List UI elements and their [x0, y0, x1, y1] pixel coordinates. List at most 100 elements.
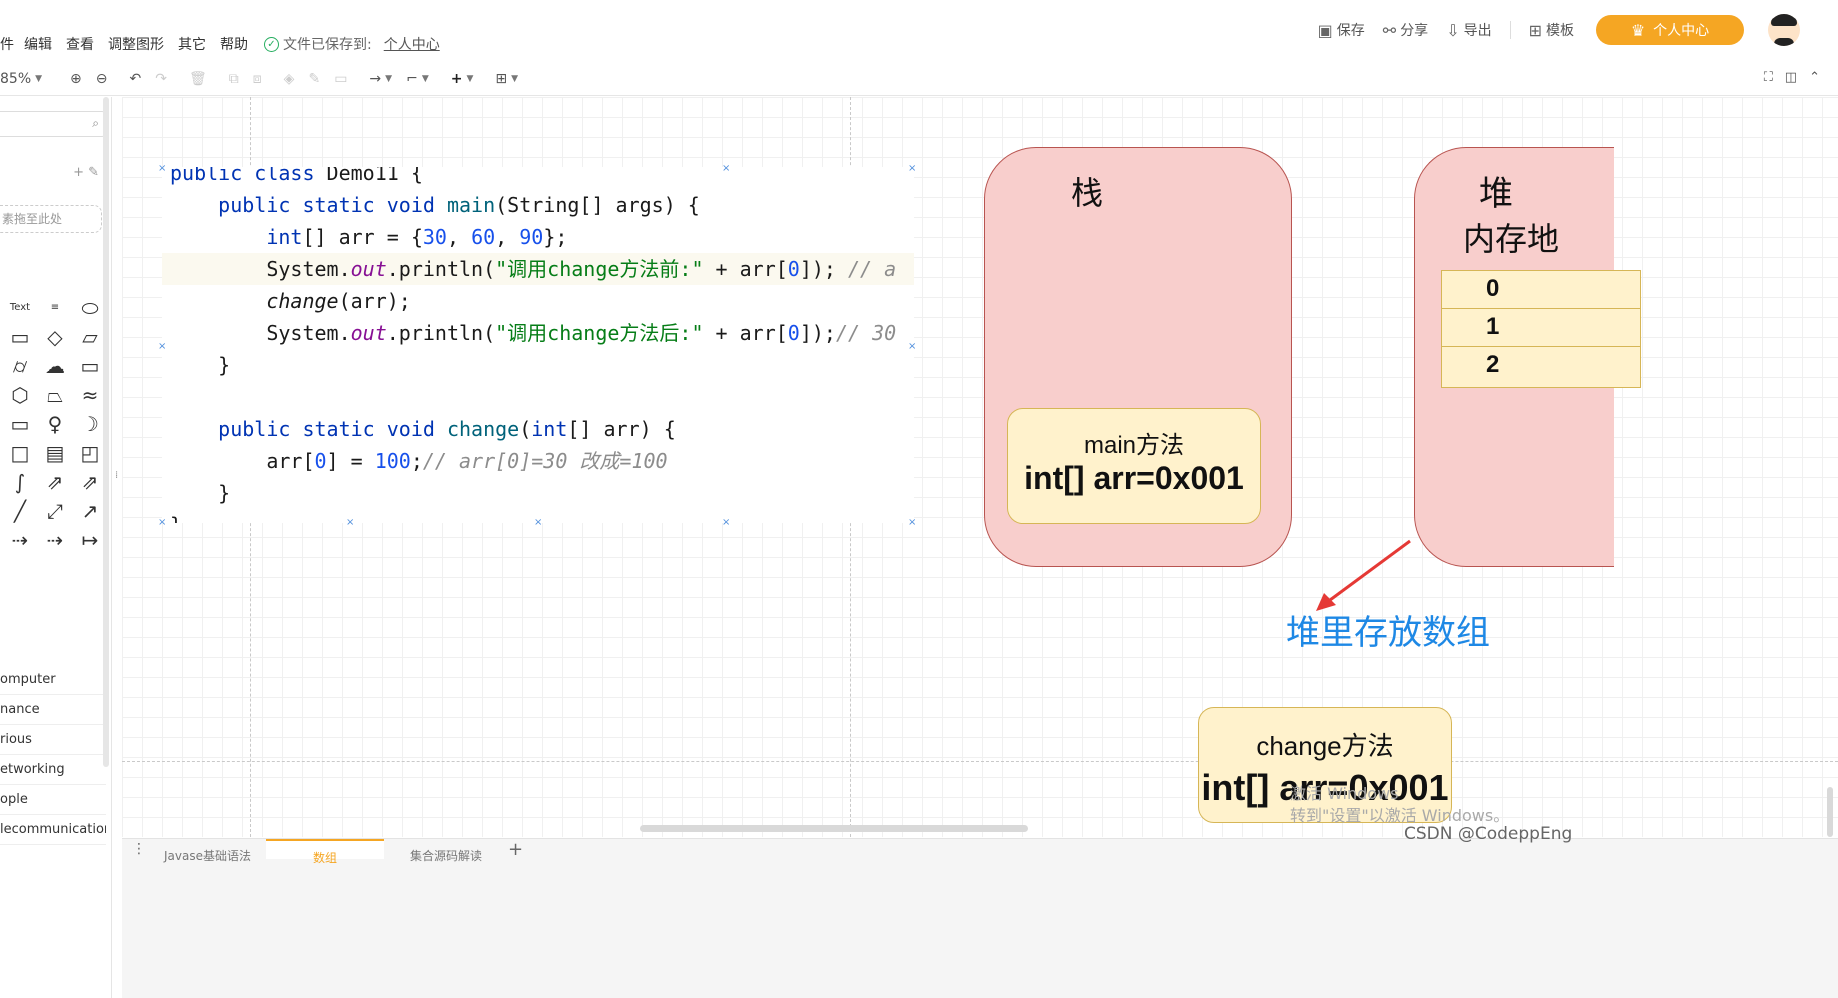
sidebar-scrollbar[interactable]: [103, 97, 109, 767]
category-computer[interactable]: omputer: [0, 665, 106, 695]
collapse-up-icon[interactable]: ⌃: [1809, 70, 1820, 85]
redo-button[interactable]: ↷: [155, 71, 167, 87]
menu-help[interactable]: 帮助: [220, 34, 248, 54]
tab-javase-basics[interactable]: Javase基础语法: [164, 847, 251, 864]
canvas-horizontal-scrollbar[interactable]: [640, 825, 1028, 832]
tab-collections-source[interactable]: 集合源码解读: [410, 847, 482, 864]
shape-document[interactable]: ▭: [81, 356, 100, 376]
shape-parallelogram[interactable]: ▱: [82, 327, 97, 347]
category-networking[interactable]: etworking: [0, 755, 106, 785]
drawing-canvas[interactable]: public class Demo11 { public static void…: [122, 97, 1838, 837]
shape-internal-storage[interactable]: ◰: [81, 443, 100, 463]
shape-text[interactable]: Text: [10, 302, 30, 313]
insert-select[interactable]: + ▼: [451, 71, 474, 87]
to-front-button[interactable]: ⧉: [229, 71, 239, 87]
menu-other[interactable]: 其它: [178, 34, 206, 54]
table-select[interactable]: ⊞ ▼: [495, 71, 518, 87]
waypoint-select[interactable]: ⌐ ▼: [406, 71, 429, 87]
menu-file[interactable]: 件: [0, 34, 14, 54]
zoom-select[interactable]: 85% ▼: [0, 71, 42, 87]
shape-cloud[interactable]: ☁: [45, 356, 65, 376]
tab-array[interactable]: 数组: [266, 839, 384, 865]
shape-dotted-line[interactable]: ⇢: [47, 530, 64, 550]
shape-or[interactable]: ☽: [81, 414, 99, 434]
arrow-shaft: [1325, 539, 1411, 605]
scratchpad-drop-zone[interactable]: 素拖至此处: [0, 205, 102, 233]
fullscreen-icon[interactable]: ⛶: [1764, 70, 1773, 85]
shape-curve[interactable]: ∫: [15, 472, 25, 492]
selection-handle[interactable]: ×: [908, 517, 916, 528]
delete-button[interactable]: 🗑: [189, 71, 207, 87]
shape-textbox[interactable]: ≡: [51, 302, 59, 313]
to-back-button[interactable]: ⧈: [253, 71, 262, 87]
template-button[interactable]: ⊞ 模板: [1529, 20, 1574, 40]
code-line: arr[0] = 100;// arr[0]=30 改成=100: [170, 449, 668, 473]
sidebar-resize-handle[interactable]: ⁞: [115, 470, 118, 481]
avatar[interactable]: [1768, 14, 1800, 46]
shape-diamond[interactable]: ◇: [47, 327, 62, 347]
main-method-frame[interactable]: main方法 int[] arr=0x001: [1007, 408, 1261, 524]
shape-search-input[interactable]: ⌕: [0, 111, 106, 137]
shape-cylinder[interactable]: ⌭: [13, 356, 27, 376]
vip-button[interactable]: ♛ 个人中心: [1596, 15, 1744, 45]
zoom-in-button[interactable]: ⊕: [70, 71, 82, 87]
heap-container[interactable]: 堆 内存地 0 1 2: [1414, 147, 1641, 567]
export-button[interactable]: ⇩ 导出: [1446, 20, 1491, 40]
save-location-link[interactable]: 个人中心: [384, 34, 440, 54]
line-color-button[interactable]: ✎: [308, 71, 320, 87]
grid-icon: ⊞: [1528, 20, 1542, 40]
shape-ellipse[interactable]: ⬭: [81, 298, 98, 318]
shape-step[interactable]: ⬡: [11, 385, 28, 405]
shape-arrow-line[interactable]: ↗: [82, 501, 99, 521]
shape-double-arrow-line[interactable]: ⤢: [47, 501, 63, 521]
heap-array[interactable]: 0 1 2: [1441, 270, 1641, 388]
code-line: System.out.println("调用change方法后:" + arr[…: [170, 321, 897, 345]
share-button[interactable]: ⚯ 分享: [1383, 20, 1428, 40]
export-icon: ⇩: [1446, 20, 1460, 40]
menu-edit[interactable]: 编辑: [24, 34, 52, 54]
menu-view[interactable]: 查看: [66, 34, 94, 54]
shape-callout[interactable]: ▭: [11, 414, 30, 434]
connector-style-select[interactable]: → ▼: [369, 71, 392, 87]
selection-handle[interactable]: ×: [908, 163, 916, 174]
fill-color-button[interactable]: ◈: [284, 71, 295, 87]
selection-handle[interactable]: ×: [158, 163, 166, 174]
shape-dashed-line[interactable]: ⇢: [12, 530, 29, 550]
shape-connector[interactable]: ↦: [82, 530, 99, 550]
add-page-icon[interactable]: +: [508, 839, 523, 860]
selection-handle[interactable]: ×: [158, 341, 166, 352]
category-various[interactable]: rious: [0, 725, 106, 755]
shape-line[interactable]: ╱: [14, 501, 26, 521]
selection-handle[interactable]: ×: [722, 517, 730, 528]
category-telecommunication[interactable]: lecommunication: [0, 815, 106, 845]
category-people[interactable]: ople: [0, 785, 106, 815]
shape-tape[interactable]: ≈: [82, 385, 99, 405]
stack-container[interactable]: 栈 main方法 int[] arr=0x001: [984, 147, 1292, 567]
heap-note-text[interactable]: 堆里存放数组: [1286, 605, 1490, 654]
selection-handle[interactable]: ×: [346, 517, 354, 528]
canvas-vertical-scrollbar[interactable]: [1827, 787, 1833, 837]
main-method-variable: int[] arr=0x001: [1024, 460, 1244, 496]
selection-handle[interactable]: ×: [908, 341, 916, 352]
to-back-icon: ⧈: [252, 70, 262, 87]
shape-container[interactable]: ▤: [46, 443, 65, 463]
shape-trapezoid[interactable]: ⏢: [47, 385, 63, 405]
category-finance[interactable]: nance: [0, 695, 106, 725]
undo-button[interactable]: ↶: [130, 71, 142, 87]
shape-rectangle[interactable]: ▭: [11, 327, 30, 347]
selection-handle[interactable]: ×: [534, 517, 542, 528]
panel-toggle-icon[interactable]: ◫: [1785, 70, 1797, 85]
shape-square[interactable]: □: [11, 443, 30, 463]
page-menu-icon[interactable]: ⋮: [132, 841, 146, 857]
shadow-button[interactable]: ▭: [334, 71, 347, 87]
menu-arrange[interactable]: 调整图形: [108, 34, 164, 54]
shape-actor[interactable]: ♀: [48, 414, 63, 434]
scratchpad-actions[interactable]: + ✎: [73, 165, 99, 180]
selection-handle[interactable]: ×: [722, 163, 730, 174]
selection-handle[interactable]: ×: [158, 517, 166, 528]
shape-arrow[interactable]: ⇗: [82, 472, 99, 492]
zoom-out-button[interactable]: ⊖: [96, 71, 108, 87]
shape-bidirectional-arrow[interactable]: ⇗: [47, 472, 64, 492]
save-button[interactable]: ▣ 保存: [1318, 20, 1365, 40]
code-image[interactable]: public class Demo11 { public static void…: [162, 167, 914, 523]
